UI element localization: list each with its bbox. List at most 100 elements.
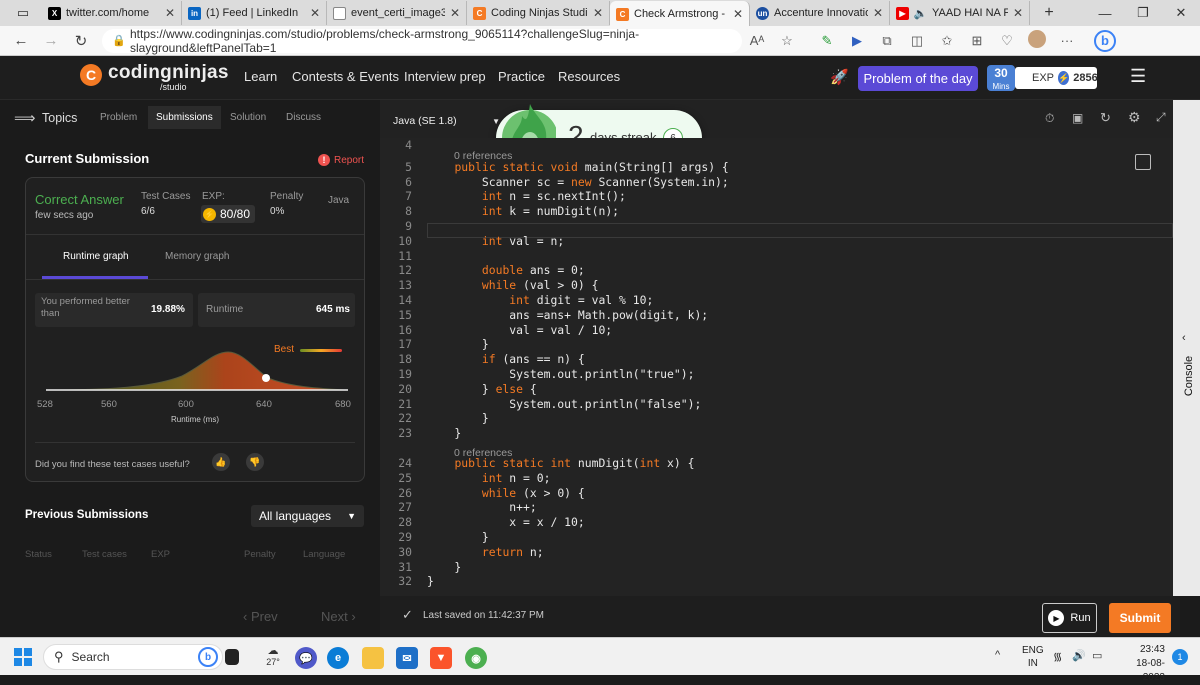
forward-icon[interactable]: → [36,32,66,49]
code-line: while (x > 0) { [481,485,585,500]
close-icon[interactable]: ✕ [450,6,460,20]
lang-region: IN [1027,658,1038,669]
x-tick: 640 [256,399,272,410]
wifi-icon[interactable]: ᯾ [1053,649,1062,664]
browser-tab-event-certi[interactable]: event_certi_image314 ✕ [327,1,467,25]
read-aloud-icon[interactable]: Aᴬ [742,33,772,48]
task-view-icon[interactable] [225,649,239,665]
close-icon[interactable]: ✕ [1013,6,1023,20]
browser-tab-youtube[interactable]: ▶ 🔈 YAAD HAI NA FU ✕ [890,1,1030,25]
bing-copilot-icon[interactable]: b [1090,29,1120,52]
extensions-puzzle-icon[interactable]: ⧉ [872,33,902,49]
close-icon[interactable]: ✕ [310,6,320,20]
favorite-star-icon[interactable]: ☆ [772,33,802,49]
mail-icon[interactable]: ✉ [396,647,418,669]
close-icon[interactable]: ✕ [593,6,603,20]
brave-browser-icon[interactable]: ▼ [430,647,452,669]
thumbs-down-icon[interactable]: 👎 [246,453,264,471]
hamburger-menu-icon[interactable]: ☰ [1130,66,1146,87]
code-editor[interactable]: 0 references 0 references 45 public stat… [380,138,1173,596]
chevron-left-icon[interactable]: ‹ [1182,332,1186,344]
nav-learn[interactable]: Learn [244,69,277,84]
restore-icon[interactable]: ❐ [1124,5,1162,21]
tab-problem[interactable]: Problem [100,112,137,123]
input-language[interactable]: ENG IN [1022,644,1044,670]
edge-browser-icon[interactable]: e [327,647,349,669]
collections-icon[interactable]: ⊞ [962,33,992,49]
battery-icon[interactable]: ▭ [1092,649,1102,662]
x-tick: 528 [37,399,53,410]
run-button[interactable]: ▶ Run [1042,603,1097,633]
extension-icon[interactable]: ✎ [812,33,842,49]
show-hidden-icons[interactable]: ^ [995,649,1000,661]
browser-tab-coding-ninjas[interactable]: C Coding Ninjas Studio ✕ [467,1,610,25]
chrome-browser-icon[interactable]: ◉ [465,647,487,669]
tab-runtime-graph[interactable]: Runtime graph [63,251,129,262]
volume-icon[interactable]: 🔊 [1072,649,1086,662]
coding-ninjas-logo-icon[interactable]: C [80,64,102,86]
browser-tab-twitter[interactable]: X twitter.com/home ✕ [42,1,182,25]
tab-submissions[interactable]: Submissions [148,106,221,129]
topics-icon[interactable]: ⟹ [14,109,36,127]
file-explorer-icon[interactable] [362,647,384,669]
more-options-icon[interactable]: ··· [1052,33,1082,48]
tab-memory-graph[interactable]: Memory graph [165,251,229,262]
problem-of-the-day-button[interactable]: Problem of the day [858,66,978,91]
minimize-icon[interactable]: — [1086,6,1124,21]
speaker-icon[interactable]: 🔈 [914,7,928,20]
notification-badge[interactable]: 1 [1172,649,1188,665]
code-line: } [427,530,489,544]
nav-practice[interactable]: Practice [498,69,545,84]
browser-tab-check-armstrong[interactable]: C Check Armstrong - Co ✕ [610,1,750,27]
back-icon[interactable]: ← [6,32,36,49]
linkedin-icon: in [188,6,201,20]
next-page-button[interactable]: Next › [321,609,356,624]
window-close-icon[interactable]: ✕ [1162,5,1200,21]
favorites-icon[interactable]: ✩ [932,33,962,49]
prev-page-button[interactable]: ‹ Prev [243,609,278,624]
report-button[interactable]: ! Report [318,154,364,166]
exp-pill[interactable]: EXP ⚡ 2856 [1015,67,1098,89]
play-extension-icon[interactable]: ▶ [842,33,872,49]
browser-essentials-icon[interactable]: ♡ [992,33,1022,49]
timer-icon[interactable]: ⏱ [1045,111,1054,126]
taskbar-search[interactable]: ⚲ Search b [43,644,223,670]
split-screen-icon[interactable]: ◫ [902,33,932,49]
test-cases-value: 6/6 [141,206,155,217]
copy-icon[interactable] [1135,154,1151,170]
close-icon[interactable]: ✕ [165,6,175,20]
tab-label: twitter.com/home [66,7,150,19]
topics-button[interactable]: Topics [42,111,77,125]
tab-solution[interactable]: Solution [230,112,266,123]
fullscreen-icon[interactable]: ⤢ [1156,110,1166,125]
reset-icon[interactable]: ↻ [1100,110,1111,126]
language-filter-dropdown[interactable]: All languages ▼ [251,505,364,527]
browser-tab-accenture[interactable]: un Accenture Innovation ✕ [750,1,890,25]
clock[interactable]: 23:43 18-08-2023 [1117,643,1165,685]
logo-text[interactable]: codingninjas [108,62,229,84]
tab-discuss[interactable]: Discuss [286,112,321,123]
tab-actions-icon[interactable]: ▭ [4,5,42,21]
profile-avatar-icon[interactable] [1022,30,1052,51]
language-selector[interactable]: Java (SE 1.8) ▼ [393,111,500,131]
weather-widget[interactable]: ☁ 27° [262,644,284,667]
console-side-tab[interactable]: ‹ Console [1173,100,1200,596]
nav-resources[interactable]: Resources [558,69,620,84]
new-tab-icon[interactable]: + [1030,4,1068,22]
submit-button[interactable]: Submit [1109,603,1171,633]
close-icon[interactable]: ✕ [873,6,883,20]
settings-gear-icon[interactable]: ⚙ [1128,109,1141,126]
save-icon[interactable]: ▣ [1072,111,1083,125]
line-number: 29 [398,530,412,544]
browser-tab-linkedin[interactable]: in (1) Feed | LinkedIn ✕ [182,1,327,25]
refresh-icon[interactable]: ↻ [66,32,96,50]
windows-start-icon[interactable] [14,648,32,666]
nav-interview-prep[interactable]: Interview prep [404,69,486,84]
thumbs-up-icon[interactable]: 👍 [212,453,230,471]
rocket-icon[interactable]: 🚀 [830,68,849,86]
timer-badge[interactable]: 30 Mins [987,65,1015,91]
close-icon[interactable]: ✕ [733,7,743,21]
nav-contests-events[interactable]: Contests & Events [292,69,399,84]
url-field[interactable]: 🔒 https://www.codingninjas.com/studio/pr… [102,27,742,55]
teams-chat-icon[interactable]: 💬 [295,647,317,669]
